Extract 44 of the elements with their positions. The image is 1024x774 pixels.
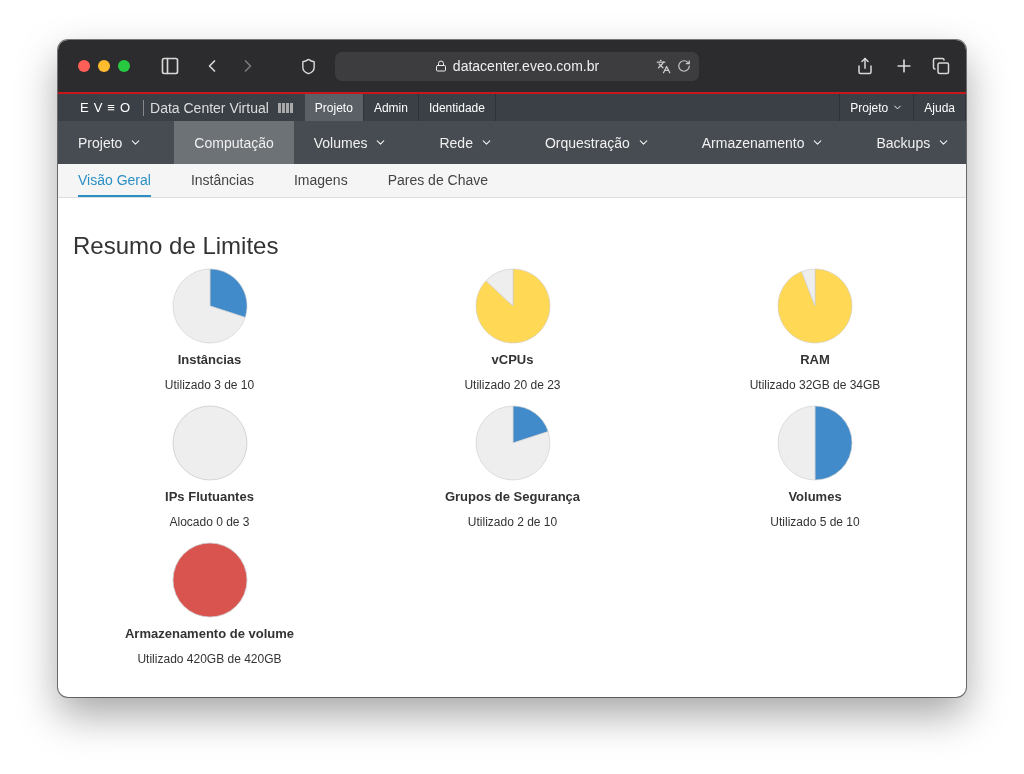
- main-nav-item[interactable]: Projeto: [58, 121, 163, 164]
- used-slice: [512, 405, 548, 444]
- limit-usage: Utilizado 32GB de 34GB: [749, 378, 881, 392]
- top-nav-item[interactable]: Projeto: [304, 94, 364, 121]
- minimize-button[interactable]: [98, 60, 110, 72]
- page-title: Resumo de Limites: [73, 232, 280, 260]
- limit-name: IPs Flutuantes: [165, 489, 254, 504]
- sub-nav-tab[interactable]: Pares de Chave: [387, 164, 489, 197]
- close-button[interactable]: [78, 60, 90, 72]
- logo[interactable]: EV≡O: [80, 100, 136, 115]
- sub-nav-tab[interactable]: Instâncias: [190, 164, 254, 197]
- limit-name: Armazenamento de volume: [124, 626, 294, 641]
- limit-usage: Utilizado 420GB de 420GB: [137, 652, 282, 666]
- limit-usage: Utilizado 5 de 10: [770, 515, 860, 529]
- zoom-button[interactable]: [118, 60, 130, 72]
- limit-usage: Alocado 0 de 3: [169, 515, 250, 529]
- tabs-icon[interactable]: [932, 57, 950, 75]
- main-nav-item[interactable]: Orquestração: [524, 121, 670, 164]
- limit-name: Volumes: [788, 489, 842, 504]
- main-nav-item[interactable]: Volumes: [293, 121, 408, 164]
- limit-name: Grupos de Segurança: [444, 489, 581, 504]
- address-bar[interactable]: datacenter.eveo.com.br: [335, 51, 699, 81]
- lock-icon: [434, 60, 447, 72]
- used-slice: [209, 268, 247, 318]
- main-nav-item[interactable]: Computação: [174, 121, 294, 164]
- free-slice: [485, 268, 513, 307]
- limit-name: vCPUs: [491, 352, 534, 367]
- free-slice: [801, 268, 816, 307]
- limit-name: RAM: [800, 352, 830, 367]
- limit-usage: Utilizado 3 de 10: [164, 378, 255, 392]
- sub-nav-tab[interactable]: Imagens: [293, 164, 348, 197]
- limit-name: Instâncias: [177, 352, 242, 367]
- translate-icon[interactable]: [656, 58, 671, 74]
- shield-icon[interactable]: [300, 57, 317, 75]
- share-icon[interactable]: [856, 57, 874, 75]
- limit-usage: Utilizado 20 de 23: [464, 378, 561, 392]
- reload-icon[interactable]: [677, 58, 691, 73]
- main-nav-item[interactable]: Rede: [419, 121, 513, 164]
- limit-usage: Utilizado 2 de 10: [467, 515, 558, 529]
- main-nav-item[interactable]: Armazenamento: [681, 121, 845, 164]
- sidebar-icon[interactable]: [160, 56, 180, 76]
- product-name: Data Center Virtual: [143, 99, 269, 116]
- books-icon: [276, 101, 295, 114]
- main-nav-item[interactable]: Backups: [856, 121, 966, 164]
